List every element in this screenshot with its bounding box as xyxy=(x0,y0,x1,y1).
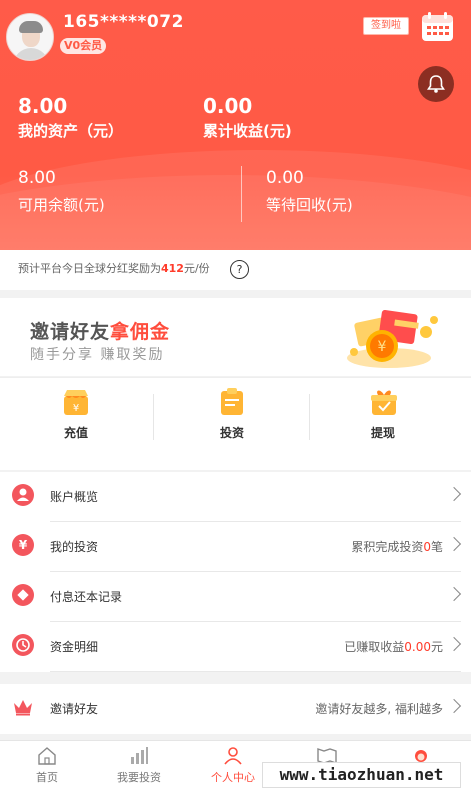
investment-count-text: 累积完成投资0笔 xyxy=(351,540,443,554)
pending-return-value: 0.00 xyxy=(266,168,304,188)
bell-icon[interactable] xyxy=(418,66,454,102)
action-divider xyxy=(153,394,154,440)
vip-badge: V0会员 xyxy=(60,38,107,54)
user-icon xyxy=(223,747,243,765)
chevron-right-icon xyxy=(446,486,462,502)
tab-label: 我要投资 xyxy=(117,771,161,784)
menu-item-invite-friends[interactable]: 邀请好友 邀请好友越多, 福利越多 xyxy=(0,684,471,734)
recharge-icon: ¥ xyxy=(63,388,89,416)
diamond-icon xyxy=(12,584,34,606)
earned-income-text: 已赚取收益0.00元 xyxy=(344,640,443,654)
withdraw-button[interactable]: 提现 xyxy=(333,388,433,441)
chevron-right-icon xyxy=(446,636,462,652)
gift-box-icon xyxy=(370,388,397,416)
banner-title: 邀请好友拿佣金 xyxy=(30,317,170,344)
tab-invest[interactable]: 我要投资 xyxy=(92,747,186,785)
cumulative-income: 0.00 累计收益(元) xyxy=(203,94,292,141)
cumulative-income-label: 累计收益(元) xyxy=(203,122,292,140)
available-balance: 8.00 可用余额(元) xyxy=(18,168,105,215)
menu-item-interest-record[interactable]: 付息还本记录 xyxy=(0,572,471,622)
menu-item-account-overview[interactable]: 账户概览 xyxy=(0,472,471,522)
svg-text:¥: ¥ xyxy=(73,403,79,414)
menu-label: 资金明细 xyxy=(50,640,99,654)
invest-label: 投资 xyxy=(219,426,244,440)
menu-label: 付息还本记录 xyxy=(50,590,123,604)
svg-text:¥: ¥ xyxy=(378,339,387,355)
banner-subtitle: 随手分享 赚取奖励 xyxy=(30,347,165,363)
withdraw-label: 提现 xyxy=(370,426,395,440)
yen-icon: ¥ xyxy=(12,534,34,556)
avatar[interactable] xyxy=(6,13,54,61)
dividend-notice: 预计平台今日全球分红奖励为412元/份 ? xyxy=(0,250,471,290)
calendar-icon[interactable] xyxy=(421,11,454,42)
invite-hint-text: 邀请好友越多, 福利越多 xyxy=(315,702,443,716)
menu-label: 邀请好友 xyxy=(50,702,99,716)
invite-banner[interactable]: 邀请好友拿佣金 随手分享 赚取奖励 ¥ xyxy=(0,298,471,376)
pending-return-label: 等待回收(元) xyxy=(266,196,353,214)
tab-label: 首页 xyxy=(36,771,58,784)
total-assets: 8.00 我的资产（元） xyxy=(18,94,123,141)
watermark-text: www.tiaozhuan.net xyxy=(262,762,461,788)
menu-label: 我的投资 xyxy=(50,540,99,554)
notice-prefix: 预计平台今日全球分红奖励为 xyxy=(18,262,161,275)
clipboard-icon xyxy=(219,388,245,416)
chevron-right-icon xyxy=(446,586,462,602)
bar-chart-icon xyxy=(129,747,149,765)
total-assets-label: 我的资产（元） xyxy=(18,122,124,140)
crown-icon xyxy=(12,698,34,720)
notice-amount: 412 xyxy=(161,262,184,275)
notice-suffix: 元/份 xyxy=(183,262,210,275)
banner-title-part1: 邀请好友 xyxy=(30,321,111,343)
cumulative-income-value: 0.00 xyxy=(203,94,253,118)
gift-coins-icon: ¥ xyxy=(334,306,444,372)
username: 165*****072 xyxy=(63,12,184,32)
invest-button[interactable]: 投资 xyxy=(182,388,282,441)
menu-label: 账户概览 xyxy=(50,490,99,504)
recharge-button[interactable]: ¥ 充值 xyxy=(26,388,126,441)
banner-title-part2: 拿佣金 xyxy=(110,321,171,343)
stat-divider xyxy=(241,166,242,222)
action-divider xyxy=(309,394,310,440)
pending-return: 0.00 等待回收(元) xyxy=(266,168,353,215)
chevron-right-icon xyxy=(446,698,462,714)
tab-home[interactable]: 首页 xyxy=(0,747,94,785)
quick-actions: ¥ 充值 投资 提现 xyxy=(0,377,471,470)
menu-item-my-investment[interactable]: ¥ 我的投资 累积完成投资0笔 xyxy=(0,522,471,572)
user-icon xyxy=(12,484,34,506)
checkin-button[interactable]: 签到啦 xyxy=(363,17,409,35)
available-balance-label: 可用余额(元) xyxy=(18,196,105,214)
menu-item-fund-details[interactable]: 资金明细 已赚取收益0.00元 xyxy=(0,622,471,672)
available-balance-value: 8.00 xyxy=(18,168,56,188)
chevron-right-icon xyxy=(446,536,462,552)
home-icon xyxy=(37,747,57,765)
clock-icon xyxy=(12,634,34,656)
recharge-label: 充值 xyxy=(63,426,88,440)
help-icon[interactable]: ? xyxy=(230,260,249,279)
total-assets-value: 8.00 xyxy=(18,94,68,118)
profile-header: 165*****072 V0会员 签到啦 8.00 我的资产（元） 0.00 累… xyxy=(0,0,471,250)
account-menu: 账户概览 ¥ 我的投资 累积完成投资0笔 付息还本记录 资金明细 已赚取收益0.… xyxy=(0,472,471,672)
